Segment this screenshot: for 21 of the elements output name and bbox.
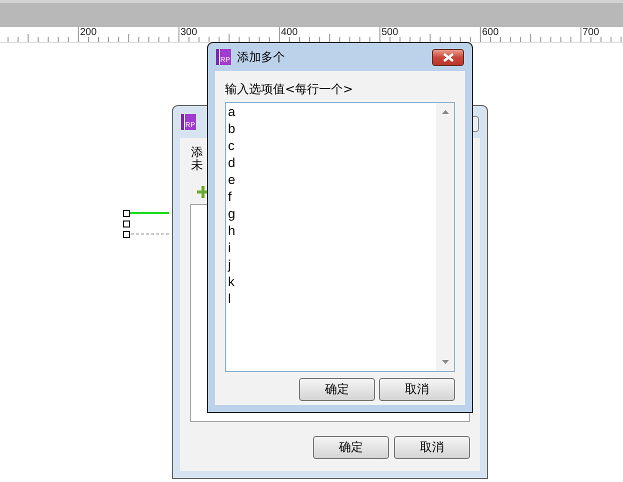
ok-button[interactable]: 确定 [313, 436, 389, 459]
cancel-button[interactable]: 取消 [394, 436, 470, 459]
ruler-label: 700 [582, 27, 600, 38]
ruler-label: 200 [79, 27, 97, 38]
description-text: 未 [191, 159, 203, 172]
close-button[interactable] [432, 48, 464, 66]
close-icon [442, 52, 454, 62]
window-title: 添加多个 [237, 48, 285, 66]
ruler-label: 400 [280, 27, 298, 38]
add-icon[interactable] [197, 186, 209, 198]
cancel-button[interactable]: 取消 [379, 378, 455, 401]
scroll-down-icon[interactable] [442, 360, 448, 364]
selection-handles-drawing [121, 208, 171, 238]
ok-button[interactable]: 确定 [299, 378, 375, 401]
ruler-label: 500 [380, 27, 398, 38]
description-text: 添 [191, 146, 203, 159]
scroll-up-icon[interactable] [442, 110, 448, 114]
ruler-label: 600 [481, 27, 499, 38]
options-text-area[interactable]: a b c d e f g h i j k l [225, 102, 455, 372]
ruler-label: 300 [180, 27, 198, 38]
field-label: 输入选项值<每行一个> [225, 82, 354, 96]
